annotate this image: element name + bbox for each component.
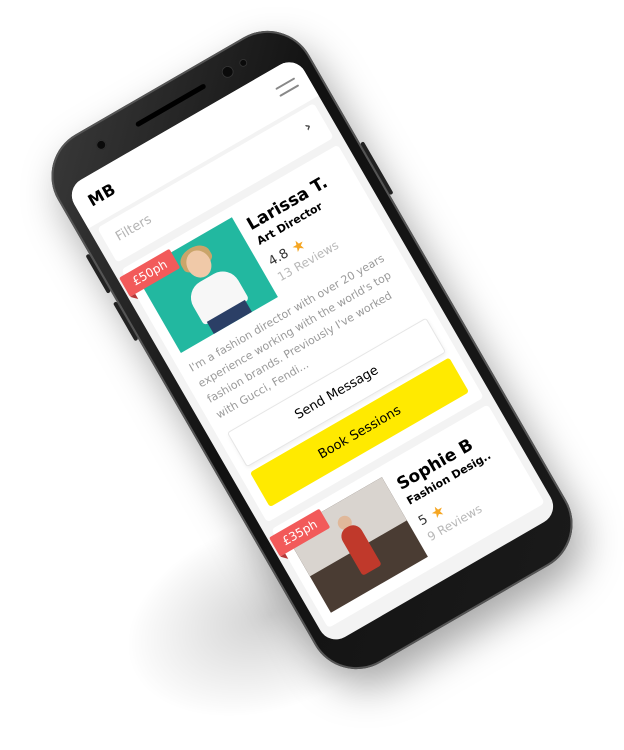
chevron-right-icon[interactable]: › [302, 119, 315, 136]
sensor-icon [94, 138, 109, 152]
stage: MB Filters › £50ph Larissa T. Art Direct… [0, 0, 624, 750]
rating-value: 5 [415, 511, 431, 529]
app-logo[interactable]: MB [84, 179, 119, 210]
front-camera-icon [219, 63, 236, 81]
filters-label: Filters [113, 212, 155, 245]
hamburger-icon[interactable] [275, 77, 300, 98]
phone: MB Filters › £50ph Larissa T. Art Direct… [33, 13, 591, 687]
sensor-icon [237, 57, 249, 69]
